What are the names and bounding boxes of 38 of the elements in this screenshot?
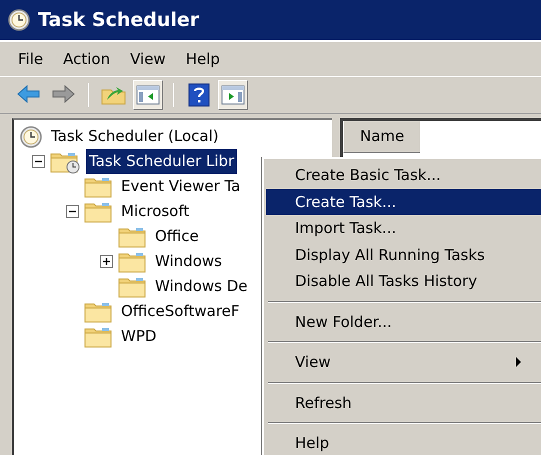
menu-item[interactable]: Create Task... xyxy=(266,188,541,215)
folder-icon xyxy=(84,300,112,323)
tree-item[interactable]: Microsoft xyxy=(118,199,192,224)
menu-item[interactable]: Disable All Tasks History xyxy=(266,268,541,294)
menu-item[interactable]: New Folder... xyxy=(266,308,541,335)
menu-item[interactable]: Help xyxy=(266,430,541,455)
collapse-toggle[interactable] xyxy=(66,204,80,218)
menu-item[interactable]: Refresh xyxy=(266,390,541,416)
tree-item[interactable]: Windows De xyxy=(152,274,251,299)
folder-icon xyxy=(84,175,112,198)
pane-right-button[interactable] xyxy=(218,80,248,110)
tree-item[interactable]: Task Scheduler (Local) xyxy=(48,124,222,149)
window-title: Task Scheduler xyxy=(38,8,200,33)
tree-item[interactable]: Task Scheduler Libr xyxy=(86,149,238,174)
tree-item[interactable]: Event Viewer Ta xyxy=(118,174,244,199)
expand-toggle[interactable] xyxy=(100,254,114,268)
folder-icon xyxy=(118,250,146,273)
menu-item[interactable]: Create Basic Task... xyxy=(266,162,541,188)
menu-item[interactable]: View xyxy=(120,48,176,70)
column-header[interactable]: Name xyxy=(343,121,420,152)
collapse-toggle[interactable] xyxy=(32,154,46,168)
folder-icon xyxy=(84,325,112,348)
menu-item[interactable]: File xyxy=(8,48,54,70)
folder-icon xyxy=(118,225,146,248)
menu-item[interactable]: Display All Running Tasks xyxy=(266,242,541,268)
folder-icon xyxy=(118,275,146,298)
tree-item[interactable]: Office xyxy=(152,224,202,249)
tree-item[interactable]: OfficeSoftwareF xyxy=(118,299,243,324)
menu-item[interactable]: Action xyxy=(53,48,120,70)
tree-item[interactable]: Windows xyxy=(152,249,225,274)
folder-icon xyxy=(84,200,112,223)
clock-icon xyxy=(8,9,30,31)
clock-icon xyxy=(20,126,42,148)
tree-item[interactable]: WPD xyxy=(118,324,160,349)
pane-left-button[interactable] xyxy=(133,80,163,110)
menu-item[interactable]: View xyxy=(266,349,541,376)
menu-item[interactable]: Import Task... xyxy=(266,215,541,242)
menu-item[interactable]: Help xyxy=(176,48,230,70)
